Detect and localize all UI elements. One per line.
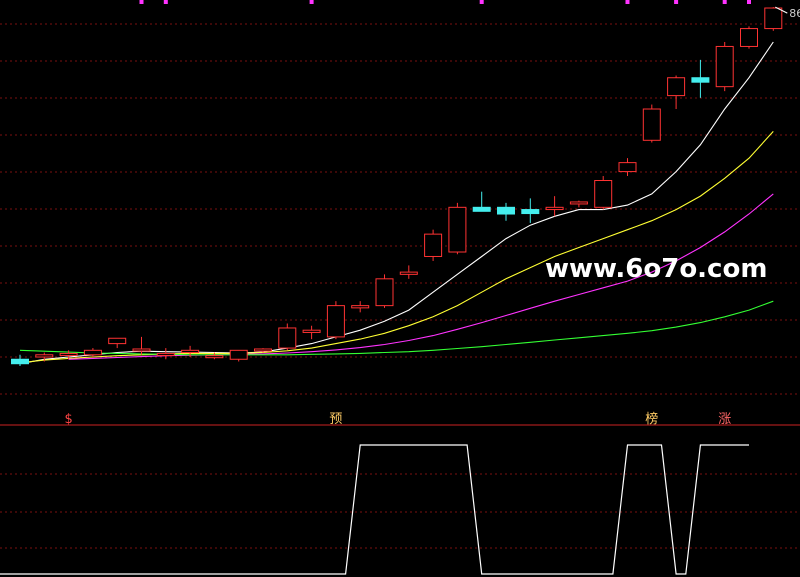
candle-body bbox=[545, 206, 564, 211]
candle-body bbox=[351, 305, 370, 309]
candle bbox=[229, 349, 248, 362]
top-signal-dots bbox=[139, 0, 751, 4]
indicator-line bbox=[0, 444, 749, 575]
candle-body bbox=[35, 354, 54, 358]
candle bbox=[399, 265, 418, 279]
candle bbox=[326, 301, 345, 340]
candle bbox=[497, 202, 515, 221]
candle-body bbox=[764, 7, 783, 30]
candle bbox=[351, 301, 370, 313]
candle bbox=[642, 104, 661, 143]
max-price-label: 86.80 bbox=[789, 7, 800, 20]
candle-body bbox=[375, 278, 394, 307]
candle-body bbox=[205, 355, 224, 359]
candle-body bbox=[521, 209, 540, 215]
candle-body bbox=[497, 206, 515, 215]
top-dot bbox=[722, 0, 727, 4]
candle-body bbox=[326, 305, 345, 338]
candle bbox=[618, 158, 637, 177]
top-dot bbox=[163, 0, 168, 4]
candle bbox=[11, 354, 29, 366]
candle bbox=[764, 7, 783, 31]
candle bbox=[424, 229, 443, 261]
candle bbox=[156, 348, 175, 360]
candle bbox=[715, 41, 734, 92]
candle bbox=[521, 198, 540, 223]
candle bbox=[302, 325, 321, 340]
candle bbox=[278, 323, 297, 351]
top-dot bbox=[625, 0, 630, 4]
candle-body bbox=[11, 358, 29, 365]
candle-body bbox=[667, 77, 686, 97]
ma-line-2 bbox=[19, 131, 774, 364]
ma-line-4 bbox=[19, 300, 774, 356]
candle-body bbox=[594, 180, 613, 208]
candle-body bbox=[156, 352, 175, 356]
candle bbox=[740, 26, 758, 49]
candle-body bbox=[740, 28, 758, 47]
candle bbox=[569, 200, 588, 208]
top-dot bbox=[139, 0, 144, 4]
candle-body bbox=[618, 162, 637, 173]
candle bbox=[691, 59, 710, 98]
watermark-text: www.6o7o.com bbox=[545, 254, 767, 284]
top-dot bbox=[747, 0, 751, 4]
candle-body bbox=[83, 349, 102, 356]
candle-body bbox=[448, 206, 467, 253]
top-dot bbox=[479, 0, 484, 4]
candle-body bbox=[691, 77, 710, 83]
candle-body bbox=[399, 271, 418, 275]
candle-body bbox=[472, 206, 491, 212]
top-dot bbox=[309, 0, 314, 4]
candle bbox=[667, 75, 686, 110]
candle bbox=[375, 274, 394, 308]
candle-body bbox=[715, 45, 734, 88]
moving-average-lines bbox=[19, 41, 774, 365]
candle-body bbox=[181, 349, 200, 354]
candle-body bbox=[132, 348, 151, 352]
candle bbox=[472, 191, 491, 212]
candle-body bbox=[642, 108, 661, 141]
candle-body bbox=[569, 201, 588, 205]
candle-body bbox=[424, 233, 443, 257]
indicator-panel-grid bbox=[0, 473, 800, 549]
candle bbox=[108, 337, 127, 349]
candle-body bbox=[302, 329, 321, 333]
candle-body bbox=[278, 327, 297, 349]
candle-body bbox=[229, 349, 248, 360]
candle bbox=[545, 196, 564, 217]
candle bbox=[132, 336, 151, 355]
candle bbox=[448, 202, 467, 255]
candle-body bbox=[254, 348, 272, 352]
candle bbox=[594, 176, 613, 210]
stock-chart: $预榜涨 86.80 www.6o7o.com bbox=[0, 0, 800, 575]
candle-body bbox=[108, 337, 127, 345]
top-dot bbox=[674, 0, 679, 4]
ma-line-1 bbox=[19, 41, 774, 365]
candle-body bbox=[59, 352, 78, 356]
